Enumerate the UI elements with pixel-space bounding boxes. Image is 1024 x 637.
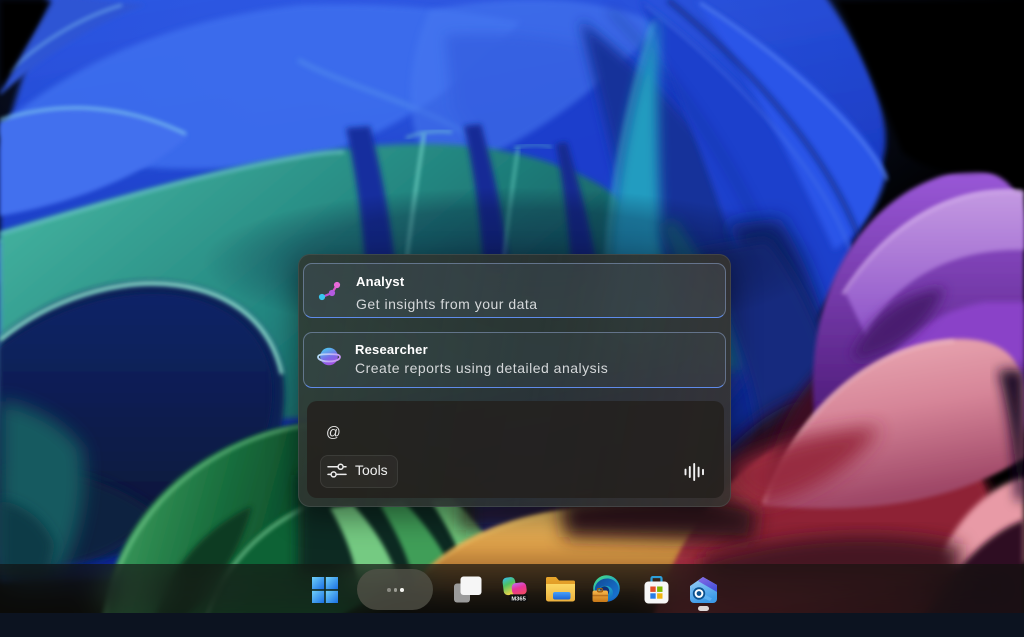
svg-text:M365: M365 — [511, 597, 526, 603]
